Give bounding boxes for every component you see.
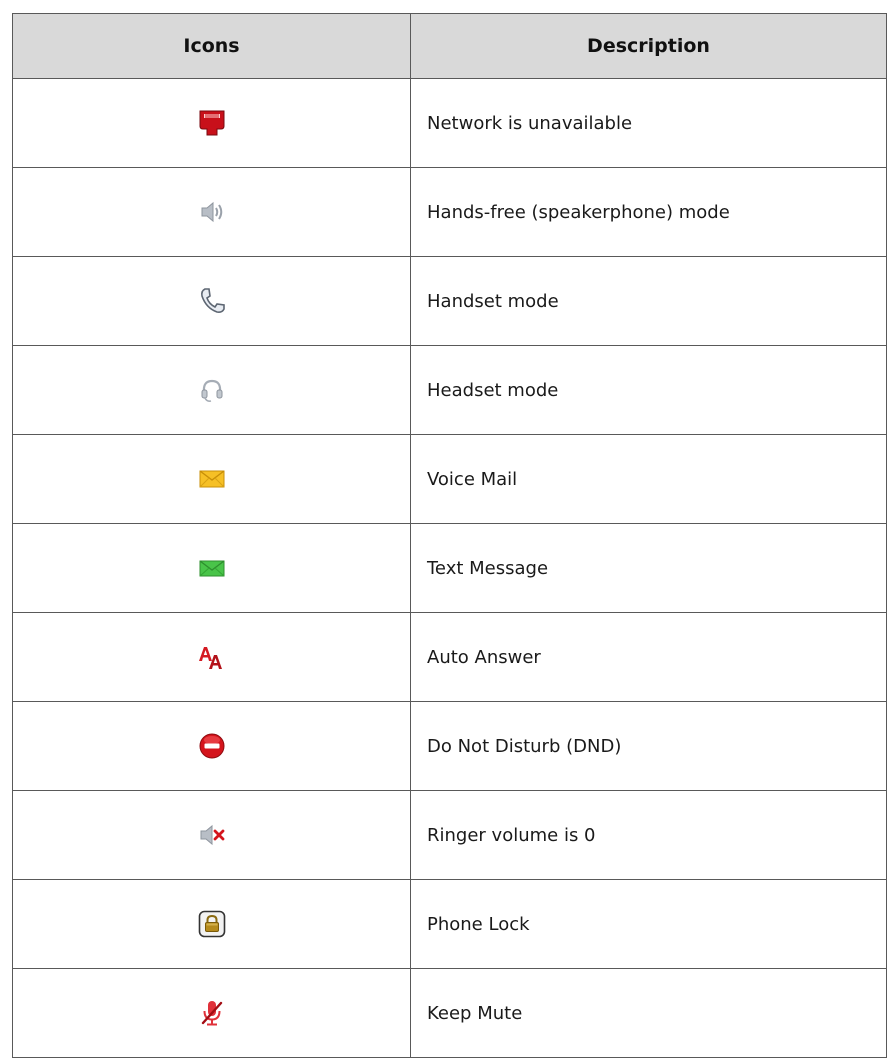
table-row: Ringer volume is 0 [12,790,887,880]
description-cell: Handset mode [410,256,887,346]
table-row: Do Not Disturb (DND) [12,701,887,791]
table-row: Network is unavailable [12,78,887,168]
header-icons: Icons [12,13,411,79]
header-description: Description [410,13,887,79]
description-cell: Headset mode [410,345,887,435]
phone-lock-icon [197,909,227,939]
description-cell: Phone Lock [410,879,887,969]
table-row: Hands-free (speakerphone) mode [12,167,887,257]
keep-mute-icon [197,998,227,1028]
icon-cell [12,345,411,435]
table-row: Auto Answer [12,612,887,702]
icon-cell [12,879,411,969]
table-row: Voice Mail [12,434,887,524]
icon-cell [12,968,411,1058]
table-row: Phone Lock [12,879,887,969]
icon-cell [12,790,411,880]
icon-cell [12,167,411,257]
table-row: Keep Mute [12,968,887,1058]
icon-cell [12,256,411,346]
auto-answer-icon [197,642,227,672]
speakerphone-icon [197,197,227,227]
table-row: Headset mode [12,345,887,435]
icon-cell [12,612,411,702]
handset-icon [197,286,227,316]
description-cell: Keep Mute [410,968,887,1058]
text-message-icon [197,553,227,583]
icon-cell [12,701,411,791]
description-cell: Network is unavailable [410,78,887,168]
description-cell: Do Not Disturb (DND) [410,701,887,791]
table-row: Handset mode [12,256,887,346]
icon-cell [12,523,411,613]
description-cell: Ringer volume is 0 [410,790,887,880]
description-cell: Hands-free (speakerphone) mode [410,167,887,257]
icon-cell [12,434,411,524]
icon-description-table: Icons Description Network is unavailable… [12,13,887,1058]
icon-cell [12,78,411,168]
description-cell: Text Message [410,523,887,613]
description-cell: Voice Mail [410,434,887,524]
ringer-muted-icon [197,820,227,850]
network-unavailable-icon [197,108,227,138]
table-row: Text Message [12,523,887,613]
headset-icon [197,375,227,405]
voice-mail-icon [197,464,227,494]
do-not-disturb-icon [197,731,227,761]
description-cell: Auto Answer [410,612,887,702]
table-header-row: Icons Description [12,13,887,79]
